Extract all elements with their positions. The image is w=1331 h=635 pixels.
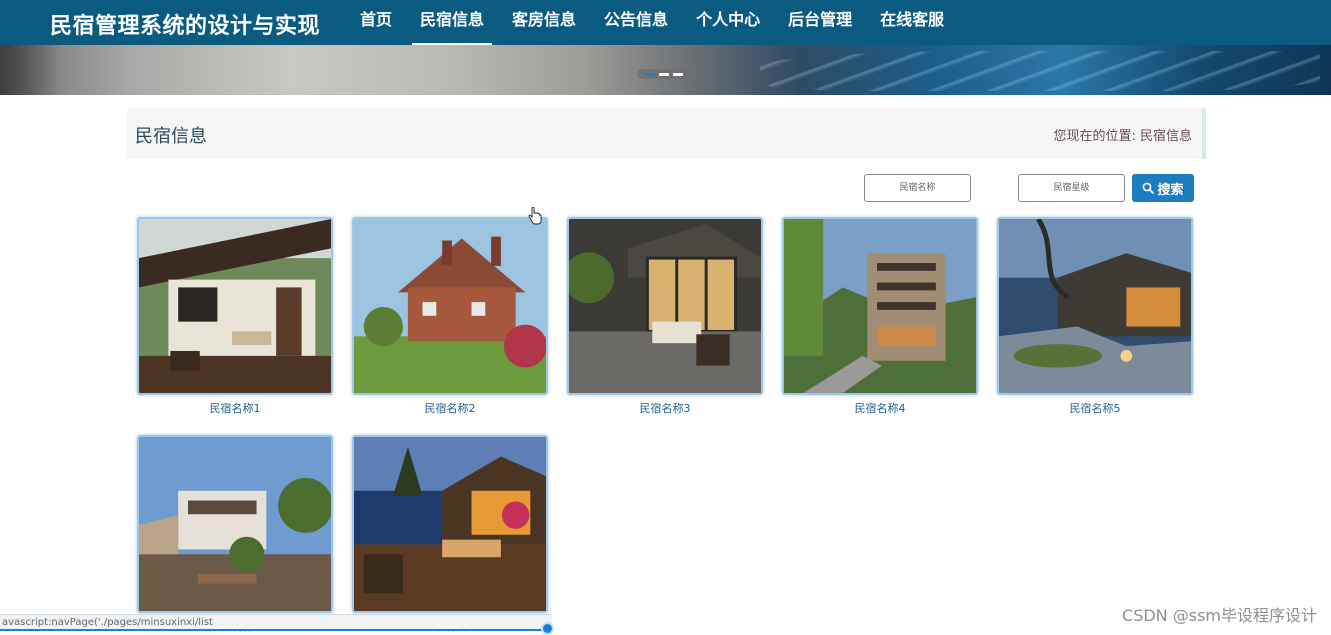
banner-carousel (0, 45, 1331, 95)
listing-name-1[interactable]: 民宿名称1 (137, 400, 333, 416)
listing-card-1[interactable]: 民宿名称1 (137, 217, 333, 416)
progress-knob (541, 622, 554, 635)
nav-room-info[interactable]: 客房信息 (498, 0, 590, 45)
nav-home[interactable]: 首页 (346, 0, 406, 45)
page-title-bar: 民宿信息 您现在的位置: 民宿信息 (127, 108, 1206, 159)
listing-card-3[interactable]: 民宿名称3 (567, 217, 763, 416)
banner-water-texture (760, 51, 1320, 91)
search-button[interactable]: 搜索 (1132, 174, 1194, 202)
search-icon (1143, 182, 1155, 194)
listing-name-3[interactable]: 民宿名称3 (567, 400, 763, 416)
hand-cursor-icon (528, 207, 542, 225)
nav-personal-center[interactable]: 个人中心 (682, 0, 774, 45)
carousel-dot-2[interactable] (659, 72, 669, 76)
listing-photo-5[interactable] (997, 217, 1193, 395)
listing-card-5[interactable]: 民宿名称5 (997, 217, 1193, 416)
main-nav: 首页 民宿信息 客房信息 公告信息 个人中心 后台管理 在线客服 (346, 0, 958, 45)
listing-photo-7[interactable] (352, 435, 548, 613)
watermark: CSDN @ssm毕设程序设计 (1122, 606, 1317, 625)
top-nav-bar: 民宿管理系统的设计与实现 首页 民宿信息 客房信息 公告信息 个人中心 后台管理… (0, 0, 1331, 45)
carousel-indicators (637, 69, 691, 79)
carousel-dot-1[interactable] (645, 72, 655, 76)
banner-image-shade (0, 45, 60, 95)
listing-card-6[interactable]: 民宿名称6 (137, 435, 333, 633)
homestay-level-search-input[interactable] (1018, 174, 1125, 202)
page-title: 民宿信息 (135, 126, 207, 147)
nav-admin[interactable]: 后台管理 (774, 0, 866, 45)
nav-online-service[interactable]: 在线客服 (866, 0, 958, 45)
nav-homestay-info[interactable]: 民宿信息 (406, 0, 498, 45)
site-title: 民宿管理系统的设计与实现 (50, 14, 321, 39)
listing-card-2[interactable]: 民宿名称2 (352, 217, 548, 416)
breadcrumb-prefix: 您现在的位置: (1053, 129, 1136, 144)
listing-photo-2[interactable] (352, 217, 548, 395)
listing-card-7[interactable]: 雅居园 (352, 435, 548, 633)
listing-name-5[interactable]: 民宿名称5 (997, 400, 1193, 416)
listing-photo-1[interactable] (137, 217, 333, 395)
listing-photo-3[interactable] (567, 217, 763, 395)
carousel-dot-3[interactable] (673, 72, 683, 76)
listing-photo-4[interactable] (782, 217, 978, 395)
search-button-label: 搜索 (1157, 181, 1184, 197)
breadcrumb: 您现在的位置: 民宿信息 (1053, 125, 1192, 144)
breadcrumb-current[interactable]: 民宿信息 (1140, 129, 1192, 144)
listing-photo-6[interactable] (137, 435, 333, 613)
homestay-name-search-input[interactable] (864, 174, 971, 202)
listing-card-4[interactable]: 民宿名称4 (782, 217, 978, 416)
listing-name-2[interactable]: 民宿名称2 (352, 400, 548, 416)
nav-notice-info[interactable]: 公告信息 (590, 0, 682, 45)
listing-name-4[interactable]: 民宿名称4 (782, 400, 978, 416)
